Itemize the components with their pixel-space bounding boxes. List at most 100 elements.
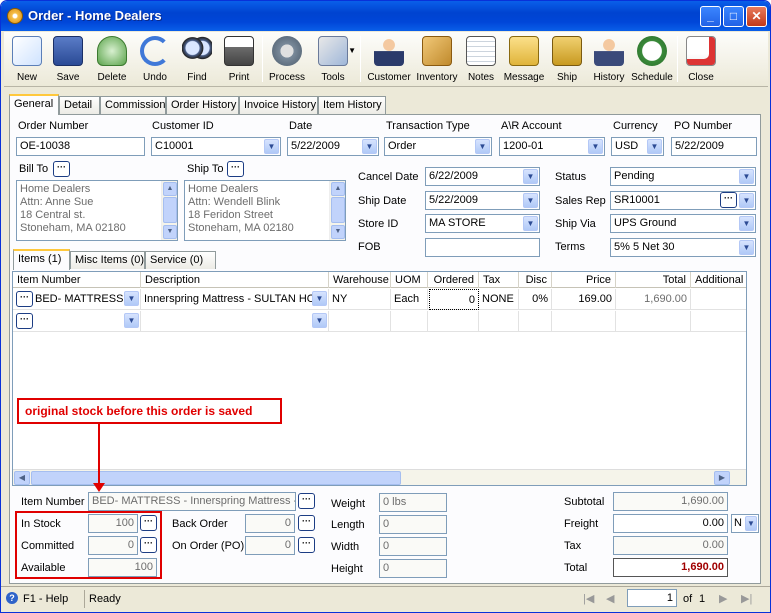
bill-to-scrollbar[interactable]: ▲ ▼ bbox=[161, 181, 177, 240]
customer-id-field[interactable]: C10001 ▼ bbox=[151, 137, 281, 156]
bill-to-edit-button[interactable]: ··· bbox=[53, 161, 70, 177]
cell-price[interactable]: 169.00 bbox=[552, 289, 616, 310]
tools-dropdown-arrow[interactable]: ▼ bbox=[348, 46, 356, 55]
chevron-down-icon[interactable]: ▼ bbox=[588, 139, 603, 154]
cell-additional[interactable] bbox=[691, 289, 746, 310]
cell-item[interactable]: ··· BED- MATTRESS ▼ bbox=[13, 289, 141, 310]
tab-misc-items[interactable]: Misc Items (0) bbox=[70, 251, 145, 269]
back-order-button[interactable]: ··· bbox=[298, 515, 315, 531]
col-total[interactable]: Total bbox=[616, 272, 691, 288]
in-stock-button[interactable]: ··· bbox=[140, 515, 157, 531]
minimize-button[interactable]: _ bbox=[700, 6, 721, 27]
cell-description[interactable]: Innerspring Mattress - SULTAN HO ▼ bbox=[141, 289, 329, 310]
cell-price-new[interactable] bbox=[552, 311, 616, 332]
cell-additional-new[interactable] bbox=[691, 311, 746, 332]
item-number-button[interactable]: ··· bbox=[298, 493, 315, 509]
history-button[interactable]: History bbox=[589, 34, 629, 86]
chevron-down-icon[interactable]: ▼ bbox=[739, 240, 754, 255]
col-description[interactable]: Description bbox=[141, 272, 329, 288]
col-tax[interactable]: Tax bbox=[479, 272, 519, 288]
chevron-down-icon[interactable]: ▼ bbox=[523, 169, 538, 184]
print-button[interactable]: Print bbox=[222, 34, 256, 86]
committed-button[interactable]: ··· bbox=[140, 537, 157, 553]
ship-to-address[interactable]: Home Dealers Attn: Wendell Blink 18 Feri… bbox=[184, 180, 346, 241]
chevron-down-icon[interactable]: ▼ bbox=[647, 139, 662, 154]
cell-disc[interactable]: 0% bbox=[519, 289, 552, 310]
col-uom[interactable]: UOM bbox=[391, 272, 428, 288]
sales-rep-edit-button[interactable]: ··· bbox=[720, 192, 737, 208]
first-page-icon[interactable]: |◀ bbox=[583, 592, 594, 605]
store-id-field[interactable]: MA STORE ▼ bbox=[425, 214, 540, 233]
po-number-field[interactable]: 5/22/2009 bbox=[671, 137, 757, 156]
delete-button[interactable]: Delete bbox=[93, 34, 131, 86]
table-row[interactable]: ··· BED- MATTRESS ▼ Innerspring Mattress -… bbox=[13, 289, 746, 310]
ship-button[interactable]: Ship bbox=[549, 34, 585, 86]
col-ordered[interactable]: Ordered bbox=[428, 272, 479, 288]
col-additional[interactable]: Additional bbox=[691, 272, 746, 288]
ship-to-edit-button[interactable]: ··· bbox=[227, 161, 244, 177]
cell-description-new[interactable]: ▼ bbox=[141, 311, 329, 332]
tab-invoice-history[interactable]: Invoice History bbox=[239, 96, 318, 114]
fob-field[interactable] bbox=[425, 238, 540, 257]
sales-rep-field[interactable]: SR10001 ··· ▼ bbox=[610, 191, 756, 210]
cell-item-new[interactable]: ··· ▼ bbox=[13, 311, 141, 332]
find-button[interactable]: Find bbox=[180, 34, 214, 86]
cell-tax[interactable]: NONE bbox=[479, 289, 519, 310]
chevron-down-icon[interactable]: ▼ bbox=[739, 169, 754, 184]
new-button[interactable]: New bbox=[10, 34, 44, 86]
tab-items[interactable]: Items (1) bbox=[13, 249, 70, 270]
on-order-button[interactable]: ··· bbox=[298, 537, 315, 553]
currency-field[interactable]: USD ▼ bbox=[611, 137, 664, 156]
save-button[interactable]: Save bbox=[51, 34, 85, 86]
schedule-button[interactable]: Schedule bbox=[631, 34, 673, 86]
cell-total-new[interactable] bbox=[616, 311, 691, 332]
maximize-button[interactable]: □ bbox=[723, 6, 744, 27]
page-number-input[interactable]: 1 bbox=[627, 589, 677, 607]
order-number-field[interactable]: OE-10038 bbox=[16, 137, 145, 156]
tab-general[interactable]: General bbox=[9, 94, 59, 115]
bill-to-address[interactable]: Home Dealers Attn: Anne Sue 18 Central s… bbox=[16, 180, 178, 241]
ship-date-field[interactable]: 5/22/2009 ▼ bbox=[425, 191, 540, 210]
notes-button[interactable]: Notes bbox=[462, 34, 500, 86]
cell-warehouse-new[interactable] bbox=[329, 311, 391, 332]
tab-item-history[interactable]: Item History bbox=[318, 96, 386, 114]
customer-button[interactable]: Customer bbox=[366, 34, 412, 86]
next-page-icon[interactable]: ▶ bbox=[719, 592, 727, 605]
col-warehouse[interactable]: Warehouse bbox=[329, 272, 391, 288]
col-price[interactable]: Price bbox=[552, 272, 616, 288]
cell-tax-new[interactable] bbox=[479, 311, 519, 332]
item-lookup-button[interactable]: ··· bbox=[16, 291, 33, 307]
cell-uom[interactable]: Each bbox=[391, 289, 428, 310]
grid-horizontal-scrollbar[interactable]: ◀ ▶ bbox=[13, 469, 746, 485]
help-text[interactable]: F1 - Help bbox=[23, 593, 68, 605]
cell-warehouse[interactable]: NY bbox=[329, 289, 391, 310]
chevron-down-icon[interactable]: ▼ bbox=[475, 139, 490, 154]
chevron-down-icon[interactable]: ▼ bbox=[312, 313, 327, 328]
chevron-down-icon[interactable]: ▼ bbox=[745, 516, 757, 531]
terms-select[interactable]: 5% 5 Net 30 ▼ bbox=[610, 238, 756, 257]
chevron-down-icon[interactable]: ▼ bbox=[739, 193, 754, 208]
chevron-down-icon[interactable]: ▼ bbox=[523, 216, 538, 231]
status-select[interactable]: Pending ▼ bbox=[610, 167, 756, 186]
cell-uom-new[interactable] bbox=[391, 311, 428, 332]
tab-commission[interactable]: Commission bbox=[100, 96, 166, 114]
table-row-new[interactable]: ··· ▼ ▼ bbox=[13, 311, 746, 332]
freight-code-select[interactable]: N ▼ bbox=[731, 514, 759, 533]
cell-ordered[interactable]: 0 bbox=[429, 289, 479, 310]
close-window-button[interactable]: ✕ bbox=[746, 6, 767, 27]
chevron-down-icon[interactable]: ▼ bbox=[124, 291, 139, 306]
prev-page-icon[interactable]: ◀ bbox=[606, 592, 614, 605]
transaction-type-select[interactable]: Order ▼ bbox=[384, 137, 492, 156]
freight-field[interactable]: 0.00 bbox=[613, 514, 728, 533]
ship-via-select[interactable]: UPS Ground ▼ bbox=[610, 214, 756, 233]
undo-button[interactable]: Undo bbox=[138, 34, 172, 86]
chevron-down-icon[interactable]: ▼ bbox=[739, 216, 754, 231]
chevron-down-icon[interactable]: ▼ bbox=[264, 139, 279, 154]
message-button[interactable]: Message bbox=[502, 34, 546, 86]
ship-to-scrollbar[interactable]: ▲ ▼ bbox=[329, 181, 345, 240]
close-button[interactable]: Close bbox=[683, 34, 719, 86]
date-field[interactable]: 5/22/2009 ▼ bbox=[287, 137, 379, 156]
col-disc[interactable]: Disc bbox=[519, 272, 552, 288]
tools-button[interactable]: Tools ▼ bbox=[310, 34, 356, 86]
col-item-number[interactable]: Item Number bbox=[13, 272, 141, 288]
